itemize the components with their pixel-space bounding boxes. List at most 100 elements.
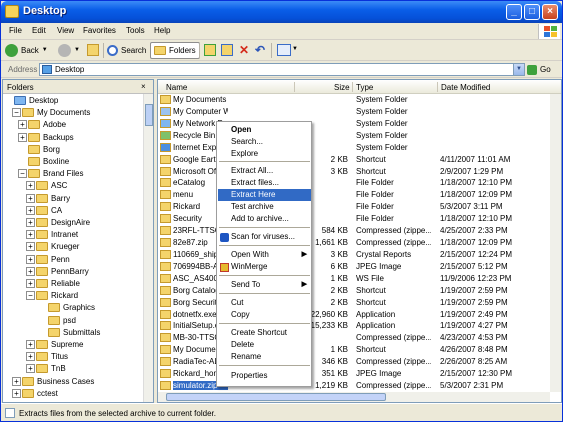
scroll-thumb[interactable]: [166, 393, 386, 401]
menu-item-scan-viruses[interactable]: Scan for viruses...: [218, 231, 311, 243]
menu-item-test-archive[interactable]: Test archive: [218, 201, 311, 213]
menu-file[interactable]: File: [9, 26, 22, 35]
menu-item-send-to[interactable]: Send To ▶: [218, 279, 311, 291]
views-icon[interactable]: [277, 44, 291, 56]
file-list-hscrollbar[interactable]: [158, 392, 550, 402]
menu-item-explore[interactable]: Explore: [218, 148, 311, 160]
menu-item-cut[interactable]: Cut: [218, 297, 311, 309]
tree-item[interactable]: + Supreme: [26, 338, 83, 351]
tree-item[interactable]: + Barry: [26, 192, 70, 205]
file-date: 1/19/2007 2:59 PM: [440, 297, 508, 307]
menu-tools[interactable]: Tools: [126, 26, 145, 35]
tree-item[interactable]: + Adobe: [18, 118, 66, 131]
expand-icon[interactable]: +: [26, 352, 35, 362]
expand-icon[interactable]: +: [26, 193, 35, 203]
expand-icon[interactable]: +: [18, 120, 27, 130]
menu-item-create-shortcut[interactable]: Create Shortcut: [218, 327, 311, 339]
collapse-icon[interactable]: −: [18, 169, 27, 179]
tree-item[interactable]: − Brand Files: [18, 167, 83, 180]
search-button[interactable]: Search: [107, 42, 146, 59]
tree-item[interactable]: Desktop: [14, 94, 58, 107]
column-type[interactable]: Type: [356, 83, 373, 92]
tree-scrollbar[interactable]: [143, 94, 153, 402]
tree-item[interactable]: + PennBarry: [26, 265, 89, 278]
tree-item[interactable]: + CA: [26, 204, 62, 217]
menu-item-add-to-archive[interactable]: Add to archive...: [218, 213, 311, 225]
expand-icon[interactable]: +: [26, 279, 35, 288]
menu-item-open-with[interactable]: Open With ▶: [218, 249, 311, 261]
menu-item-extract-all[interactable]: Extract All...: [218, 165, 311, 177]
expand-icon[interactable]: +: [26, 242, 35, 252]
expand-icon[interactable]: +: [26, 266, 35, 276]
undo-icon[interactable]: ↶: [254, 44, 266, 56]
tree-item[interactable]: + Business Cases: [12, 375, 94, 388]
address-dropdown-icon[interactable]: ▼: [513, 64, 524, 75]
folders-button[interactable]: Folders: [150, 42, 200, 59]
expand-icon[interactable]: +: [26, 218, 35, 227]
menu-item-delete[interactable]: Delete: [218, 339, 311, 351]
menu-view[interactable]: View: [57, 26, 74, 35]
tree-item[interactable]: Borg: [28, 143, 60, 156]
copy-to-icon[interactable]: [221, 44, 233, 56]
tree-item[interactable]: + Intranet: [26, 228, 78, 241]
collapse-icon[interactable]: −: [12, 108, 21, 118]
minimize-button[interactable]: _: [506, 4, 522, 20]
close-button[interactable]: ×: [542, 4, 558, 20]
menu-item-copy[interactable]: Copy: [218, 309, 311, 321]
close-icon[interactable]: ×: [141, 82, 146, 91]
menu-edit[interactable]: Edit: [32, 26, 46, 35]
tree-item[interactable]: Submittals: [48, 326, 100, 339]
forward-button[interactable]: ▼: [58, 42, 80, 59]
menu-item-rename[interactable]: Rename: [218, 351, 311, 363]
expand-icon[interactable]: +: [12, 376, 21, 386]
address-input[interactable]: Desktop ▼: [39, 63, 525, 76]
menu-item-open[interactable]: Open: [218, 124, 311, 136]
tree-item[interactable]: + Penn: [26, 253, 70, 266]
tree-item[interactable]: psd: [48, 314, 76, 327]
menu-favorites[interactable]: Favorites: [83, 26, 116, 35]
column-name[interactable]: Name: [166, 83, 187, 92]
go-button[interactable]: Go: [527, 63, 551, 76]
expand-icon[interactable]: +: [26, 181, 35, 191]
back-button[interactable]: Back ▼: [5, 42, 48, 59]
collapse-icon[interactable]: −: [26, 291, 35, 301]
tree-item[interactable]: + ASC: [26, 179, 67, 192]
scroll-thumb[interactable]: [145, 104, 153, 126]
tree-item[interactable]: Graphics: [48, 301, 95, 314]
menu-help[interactable]: Help: [154, 26, 170, 35]
tree-item[interactable]: + cctest: [12, 387, 58, 400]
expand-icon[interactable]: +: [26, 364, 35, 374]
expand-icon[interactable]: +: [26, 254, 35, 264]
menu-item-properties[interactable]: Properties: [218, 370, 311, 382]
menu-item-winmerge[interactable]: WinMerge: [218, 261, 311, 273]
tree-item[interactable]: + Reliable: [26, 277, 80, 290]
title-bar[interactable]: Desktop _ □ ×: [1, 1, 562, 23]
file-row[interactable]: My Computer WSCOL036 System Folder: [158, 106, 550, 118]
file-list-vscrollbar[interactable]: [550, 94, 561, 392]
expand-icon[interactable]: +: [26, 340, 35, 349]
tree-item[interactable]: − My Documents: [12, 106, 90, 119]
delete-icon[interactable]: ✕: [238, 44, 250, 56]
column-date[interactable]: Date Modified: [441, 83, 490, 92]
up-folder-icon[interactable]: [87, 44, 99, 56]
tree-item[interactable]: − Rickard: [26, 289, 78, 302]
expand-icon[interactable]: +: [18, 132, 27, 142]
tree-item[interactable]: + Backups: [18, 131, 74, 144]
expand-icon[interactable]: +: [26, 230, 35, 240]
chevron-down-icon[interactable]: ▼: [292, 46, 298, 52]
tree-item[interactable]: + Krueger: [26, 240, 79, 253]
column-divider: [437, 82, 438, 92]
expand-icon[interactable]: +: [12, 388, 21, 398]
move-to-icon[interactable]: [204, 44, 216, 56]
menu-item-search[interactable]: Search...: [218, 136, 311, 148]
column-size[interactable]: Size: [334, 83, 350, 92]
file-row[interactable]: My Documents System Folder: [158, 94, 550, 106]
expand-icon[interactable]: +: [26, 205, 35, 215]
menu-item-extract-files[interactable]: Extract files...: [218, 177, 311, 189]
tree-item[interactable]: Boxline: [28, 155, 69, 168]
maximize-button[interactable]: □: [524, 4, 540, 20]
tree-item[interactable]: + DesignAire: [26, 216, 90, 229]
tree-item[interactable]: + TnB: [26, 362, 66, 375]
tree-item[interactable]: + Titus: [26, 350, 68, 363]
menu-item-extract-here[interactable]: Extract Here: [218, 189, 311, 201]
